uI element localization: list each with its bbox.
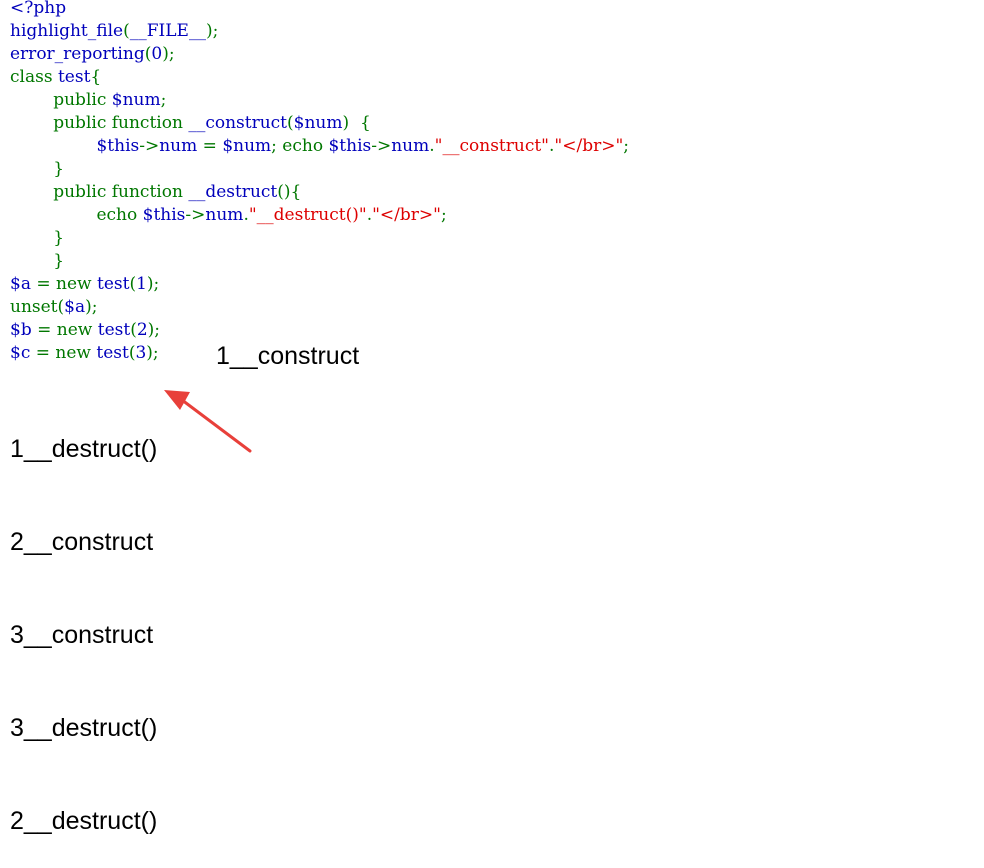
code-token: "</br>" bbox=[554, 136, 624, 156]
code-token: __FILE__ bbox=[129, 21, 206, 41]
code-token: echo bbox=[10, 205, 143, 225]
code-token: $this bbox=[96, 136, 140, 156]
code-token: __destruct bbox=[188, 182, 278, 202]
code-token: = new bbox=[35, 343, 97, 363]
code-token: ( bbox=[287, 113, 294, 133]
php-source-code: <?php highlight_file(__FILE__); error_repo… bbox=[10, 0, 629, 365]
code-line: class test{ bbox=[10, 66, 629, 89]
code-token: ) { bbox=[342, 113, 371, 133]
output-line: 2__destruct() bbox=[10, 807, 158, 835]
code-token: public bbox=[10, 90, 112, 110]
code-token: ); bbox=[162, 44, 175, 64]
code-line: unset($a); bbox=[10, 296, 629, 319]
code-token: ); bbox=[146, 274, 160, 294]
code-token: ); bbox=[205, 21, 219, 41]
code-token: (){ bbox=[277, 182, 302, 202]
code-token: __construct bbox=[188, 113, 288, 133]
code-line: } bbox=[10, 227, 629, 250]
code-token: error_reporting bbox=[10, 44, 145, 64]
code-token: $this bbox=[328, 136, 372, 156]
code-line: } bbox=[10, 250, 629, 273]
code-token: num bbox=[391, 136, 430, 156]
code-token: $num bbox=[222, 136, 272, 156]
code-token: 3 bbox=[135, 343, 147, 363]
code-token: -> bbox=[371, 136, 392, 156]
code-token: { bbox=[90, 67, 102, 87]
code-line: } bbox=[10, 158, 629, 181]
code-token: test bbox=[57, 67, 91, 87]
code-token: ); bbox=[147, 320, 161, 340]
code-token: "__construct" bbox=[434, 136, 549, 156]
code-token: ); bbox=[85, 297, 98, 317]
output-line: 1__destruct() bbox=[10, 435, 158, 463]
code-line: $this->num = $num; echo $this->num."__co… bbox=[10, 135, 629, 158]
output-list: 1__destruct() 2__construct 3__construct … bbox=[10, 372, 157, 868]
code-token: = new bbox=[36, 274, 97, 294]
code-token: ; bbox=[440, 205, 447, 225]
code-line: public function __construct($num) { bbox=[10, 112, 629, 135]
code-token: 2 bbox=[136, 320, 148, 340]
code-token: $num bbox=[293, 113, 343, 133]
code-token: class bbox=[10, 67, 58, 87]
code-token: $c bbox=[10, 343, 36, 363]
code-line: $b = new test(2); bbox=[10, 319, 629, 342]
code-token: $num bbox=[111, 90, 161, 110]
code-token: $this bbox=[142, 205, 186, 225]
code-token: highlight_file bbox=[10, 21, 124, 41]
code-token: ; echo bbox=[271, 136, 329, 156]
code-line: highlight_file(__FILE__); bbox=[10, 20, 629, 43]
code-token: -> bbox=[139, 136, 160, 156]
code-token: } bbox=[10, 228, 65, 248]
code-token: } bbox=[10, 251, 65, 271]
output-line: 3__destruct() bbox=[10, 714, 158, 742]
code-token: test bbox=[96, 274, 130, 294]
code-line: <?php bbox=[10, 0, 629, 20]
code-token: = new bbox=[37, 320, 98, 340]
code-token: <?php bbox=[10, 0, 67, 18]
code-token: $a bbox=[10, 274, 37, 294]
code-line: $a = new test(1); bbox=[10, 273, 629, 296]
code-token: public function bbox=[10, 113, 189, 133]
code-token: ( bbox=[123, 21, 130, 41]
code-token: 1 bbox=[136, 274, 147, 294]
code-token: 0 bbox=[151, 44, 163, 64]
output-first-line: 1__construct bbox=[216, 342, 360, 370]
code-token: $b bbox=[10, 320, 38, 340]
code-line: error_reporting(0); bbox=[10, 43, 629, 66]
code-token: "__destruct()" bbox=[248, 205, 367, 225]
code-token: ); bbox=[146, 343, 159, 363]
code-token: test bbox=[97, 320, 131, 340]
code-token: ; bbox=[160, 90, 167, 110]
code-token: num bbox=[205, 205, 244, 225]
code-token: -> bbox=[185, 205, 206, 225]
output-line: 2__construct bbox=[10, 528, 154, 556]
code-token: "</br>" bbox=[372, 205, 441, 225]
output-line: 3__construct bbox=[10, 621, 154, 649]
code-token: } bbox=[10, 159, 65, 179]
code-token: $a bbox=[64, 297, 86, 317]
code-line: echo $this->num."__destruct()"."</br>"; bbox=[10, 204, 629, 227]
code-token: test bbox=[96, 343, 129, 363]
code-token: ( bbox=[130, 320, 137, 340]
code-token: = bbox=[202, 136, 223, 156]
code-line: public function __destruct(){ bbox=[10, 181, 629, 204]
code-token: ; bbox=[623, 136, 630, 156]
code-token: unset bbox=[10, 297, 58, 317]
code-line: public $num; bbox=[10, 89, 629, 112]
code-token: num bbox=[159, 136, 203, 156]
code-token: public function bbox=[10, 182, 189, 202]
